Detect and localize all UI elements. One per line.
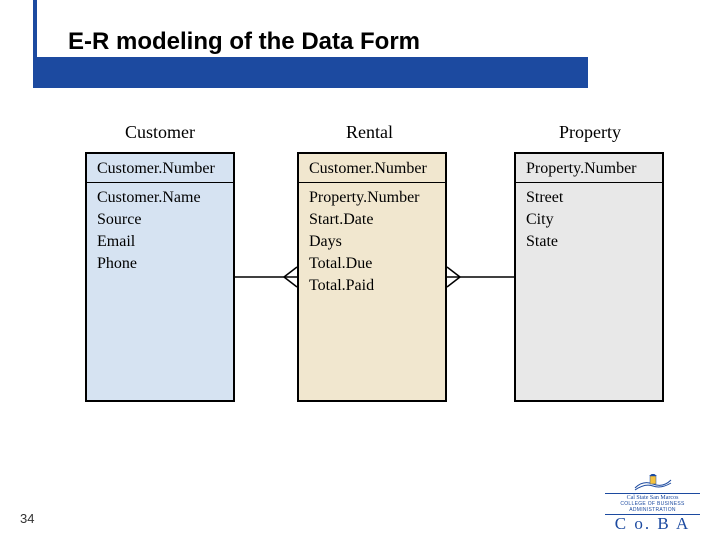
- pk-field: Property.Number: [516, 154, 662, 183]
- logo-mark-icon: [633, 474, 673, 492]
- attr-field: Phone: [87, 253, 233, 275]
- entity-box-rental: Customer.Number Property.Number Start.Da…: [297, 152, 447, 402]
- entity-box-property: Property.Number Street City State: [514, 152, 664, 402]
- attr-field: State: [516, 231, 662, 253]
- entity-box-customer: Customer.Number Customer.Name Source Ema…: [85, 152, 235, 402]
- attr-field: Street: [516, 187, 662, 209]
- page-number: 34: [20, 511, 34, 526]
- slide-title: E-R modeling of the Data Form: [68, 28, 420, 56]
- attr-field: Total.Due: [299, 253, 445, 275]
- title-bar: [33, 57, 588, 88]
- logo-text-university: Cal State San Marcos: [605, 493, 700, 501]
- attr-field: Days: [299, 231, 445, 253]
- entity-title-rental: Rental: [346, 122, 393, 143]
- logo-text-college: COLLEGE OF BUSINESS ADMINISTRATION: [605, 501, 700, 515]
- attr-field: Property.Number: [299, 187, 445, 209]
- pk-field: Customer.Number: [299, 154, 445, 183]
- logo-text-coba: C o. B A: [605, 515, 700, 532]
- attr-field: Customer.Name: [87, 187, 233, 209]
- attr-field: Total.Paid: [299, 275, 445, 297]
- attr-field: Start.Date: [299, 209, 445, 231]
- entity-title-property: Property: [559, 122, 621, 143]
- attr-field: City: [516, 209, 662, 231]
- pk-field: Customer.Number: [87, 154, 233, 183]
- attr-field: Source: [87, 209, 233, 231]
- attr-field: Email: [87, 231, 233, 253]
- institution-logo: Cal State San Marcos COLLEGE OF BUSINESS…: [605, 474, 700, 532]
- entity-title-customer: Customer: [125, 122, 195, 143]
